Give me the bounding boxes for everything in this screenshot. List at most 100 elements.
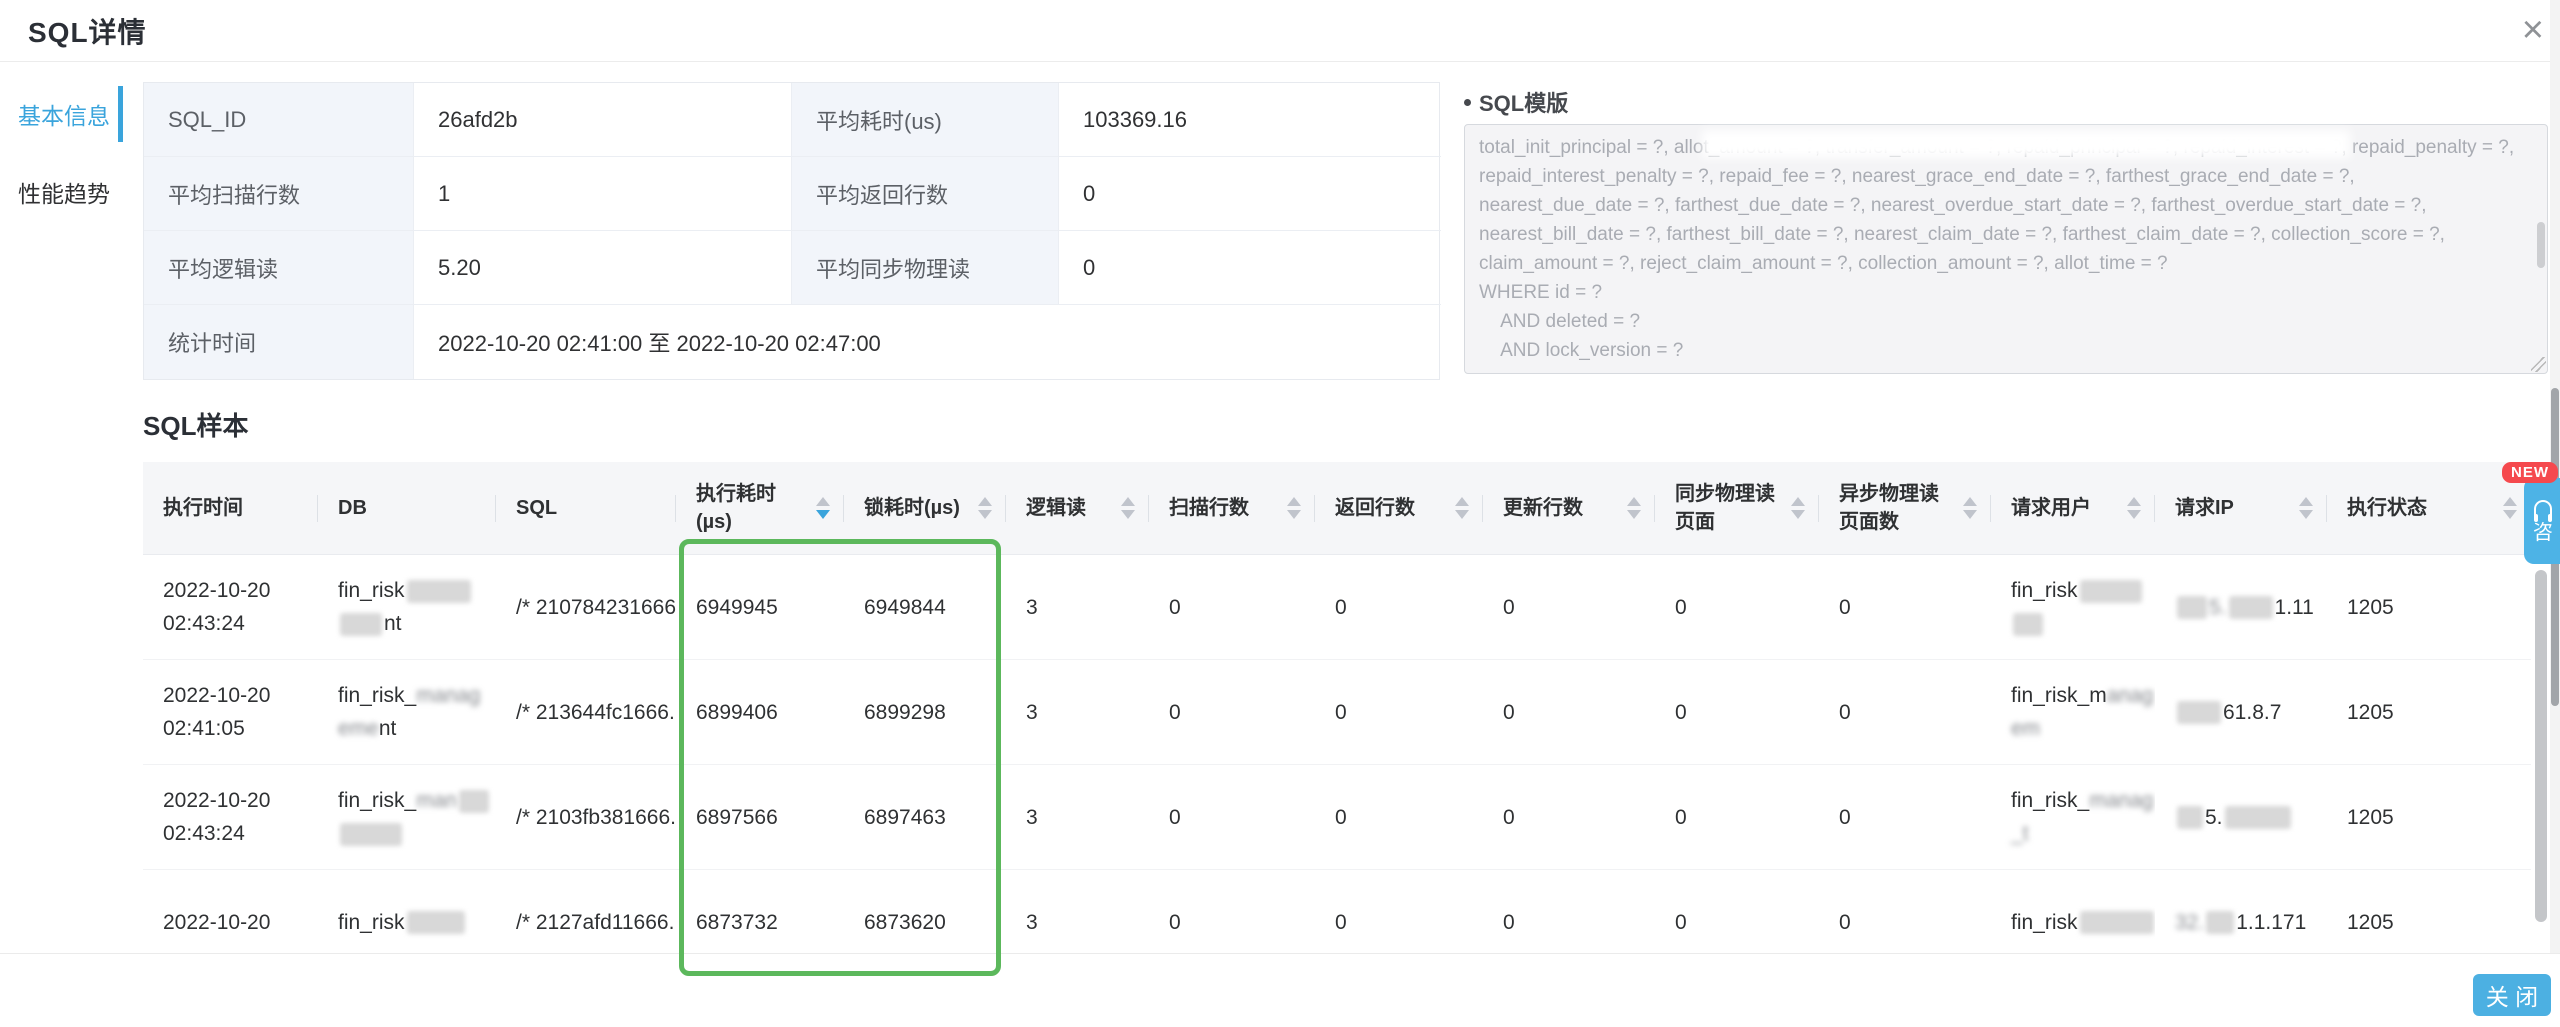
cell-status: 1205 <box>2327 870 2531 953</box>
cell-lock_us: 6873620 <box>844 870 1006 953</box>
sort-caret-down-icon[interactable] <box>2127 510 2141 519</box>
redaction-block <box>2229 596 2273 619</box>
sort-caret-down-icon[interactable] <box>1963 510 1977 519</box>
table-row: 2022-10-2002:43:24fin_risknt/* 210784231… <box>143 555 2531 660</box>
cell-line: 0 <box>1169 906 1181 939</box>
column-header-6[interactable]: 扫描行数 <box>1149 462 1315 554</box>
sort-control[interactable] <box>1955 497 1977 519</box>
sql-template-textarea[interactable]: total_init_principal = ?, allot_amount =… <box>1464 124 2548 374</box>
cell-text: fin_risk <box>2011 911 2078 934</box>
sort-caret-up-icon[interactable] <box>816 497 830 506</box>
cell-text: fin_risk <box>2011 579 2078 602</box>
redaction-block <box>340 613 382 636</box>
tab-performance-trend[interactable]: 性能趋势 <box>0 164 123 220</box>
sort-caret-up-icon[interactable] <box>978 497 992 506</box>
cell-return_rows: 0 <box>1315 660 1483 764</box>
cell-logical_reads: 3 <box>1006 765 1149 869</box>
sort-caret-up-icon[interactable] <box>1963 497 1977 506</box>
sort-caret-up-icon[interactable] <box>2503 497 2517 506</box>
basic-value-avg-sync-physical-reads: 0 <box>1059 231 1441 305</box>
cell-logical_reads: 3 <box>1006 660 1149 764</box>
cell-line: 3 <box>1026 801 1038 834</box>
cell-line: 6897463 <box>864 801 946 834</box>
sort-control[interactable] <box>1619 497 1641 519</box>
sort-caret-up-icon[interactable] <box>1455 497 1469 506</box>
cell-sql: /* 2127afd11666... <box>496 870 676 953</box>
cell-line: 61.8.7 <box>2175 696 2281 729</box>
column-header-3[interactable]: 执行耗时(µs) <box>676 462 844 554</box>
cell-async_pages: 0 <box>1819 765 1991 869</box>
cell-async_pages: 0 <box>1819 660 1991 764</box>
cell-line: 0 <box>1335 801 1347 834</box>
cell-update_rows: 0 <box>1483 555 1655 659</box>
cell-text: fin_risk_ <box>2011 789 2089 812</box>
sort-caret-down-icon[interactable] <box>1287 510 1301 519</box>
column-header-12[interactable]: 请求IP <box>2155 462 2327 554</box>
column-header-11[interactable]: 请求用户 <box>1991 462 2155 554</box>
cell-text: fin_risk_ <box>338 789 416 812</box>
cell-line: fin_risk_manag <box>2011 679 2153 712</box>
cell-status: 1205 <box>2327 660 2531 764</box>
column-header-4[interactable]: 锁耗时(µs) <box>844 462 1006 554</box>
cell-update_rows: 0 <box>1483 765 1655 869</box>
sort-control[interactable] <box>1783 497 1805 519</box>
column-header-13[interactable]: 执行状态 <box>2327 462 2531 554</box>
cell-exec_us: 6897566 <box>676 765 844 869</box>
cell-text: 1.1.171 <box>2236 911 2306 934</box>
tab-basic-info[interactable]: 基本信息 <box>0 86 123 142</box>
column-header-label: 异步物理读页面数 <box>1839 480 1955 536</box>
column-header-7[interactable]: 返回行数 <box>1315 462 1483 554</box>
redaction-block <box>407 580 471 603</box>
sort-control[interactable] <box>1279 497 1301 519</box>
cell-line: 0 <box>1169 696 1181 729</box>
table-row: 2022-10-20fin_risk/* 2127afd11666...6873… <box>143 870 2531 953</box>
template-scrollbar-thumb[interactable] <box>2537 222 2545 268</box>
table-row: 2022-10-2002:43:24fin_risk_man/* 2103fb3… <box>143 765 2531 870</box>
sort-caret-down-icon[interactable] <box>816 510 830 519</box>
cell-sql: /* 213644fc1666... <box>496 660 676 764</box>
redaction-block <box>2177 701 2221 724</box>
sort-control[interactable] <box>1447 497 1469 519</box>
column-header-2: SQL <box>496 462 676 554</box>
cell-sql: /* 210784231666... <box>496 555 676 659</box>
cell-line: 0 <box>1503 906 1515 939</box>
column-header-9[interactable]: 同步物理读页面 <box>1655 462 1819 554</box>
sort-caret-down-icon[interactable] <box>978 510 992 519</box>
sort-caret-up-icon[interactable] <box>1627 497 1641 506</box>
column-header-5[interactable]: 逻辑读 <box>1006 462 1149 554</box>
sort-caret-down-icon[interactable] <box>1627 510 1641 519</box>
cell-line: ement <box>338 712 396 745</box>
table-scrollbar-thumb[interactable] <box>2535 570 2547 922</box>
sort-caret-up-icon[interactable] <box>1791 497 1805 506</box>
cell-user: fin_risk <box>1991 870 2155 953</box>
consult-widget-button[interactable]: 咨 <box>2524 478 2560 564</box>
sort-control[interactable] <box>1113 497 1135 519</box>
basic-value-avg-cost: 103369.16 <box>1059 83 1441 157</box>
sort-caret-down-icon[interactable] <box>1791 510 1805 519</box>
cell-line: 0 <box>1675 696 1687 729</box>
sort-control[interactable] <box>808 497 830 519</box>
sort-caret-up-icon[interactable] <box>2299 497 2313 506</box>
sort-control[interactable] <box>2119 497 2141 519</box>
cell-line: 6873732 <box>696 906 778 939</box>
sort-control[interactable] <box>2291 497 2313 519</box>
sort-caret-up-icon[interactable] <box>1287 497 1301 506</box>
column-header-10[interactable]: 异步物理读页面数 <box>1819 462 1991 554</box>
close-button[interactable]: 关 闭 <box>2473 974 2551 1016</box>
redaction-block <box>459 790 489 813</box>
close-icon[interactable]: × <box>2522 8 2544 52</box>
sort-caret-down-icon[interactable] <box>2503 510 2517 519</box>
sort-control[interactable] <box>2495 497 2517 519</box>
cell-line: 32.1.1.171 <box>2175 906 2306 939</box>
column-header-8[interactable]: 更新行数 <box>1483 462 1655 554</box>
cell-line: /* 2103fb381666... <box>516 801 676 834</box>
sort-caret-up-icon[interactable] <box>1121 497 1135 506</box>
sort-caret-down-icon[interactable] <box>1121 510 1135 519</box>
cell-time: 2022-10-2002:41:05 <box>143 660 318 764</box>
sort-control[interactable] <box>970 497 992 519</box>
sort-caret-down-icon[interactable] <box>1455 510 1469 519</box>
sort-caret-down-icon[interactable] <box>2299 510 2313 519</box>
sort-caret-up-icon[interactable] <box>2127 497 2141 506</box>
redaction-block <box>2080 911 2154 934</box>
cell-line: _t <box>2011 817 2029 850</box>
